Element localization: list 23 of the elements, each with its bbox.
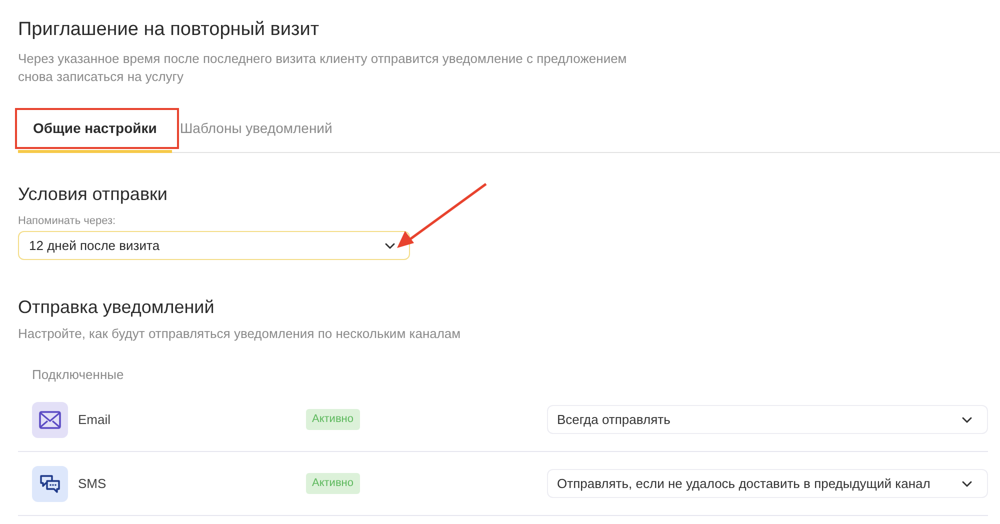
dropdown-value: Всегда отправлять bbox=[557, 410, 670, 429]
status-badge: Активно bbox=[306, 473, 360, 494]
field-label: Напоминать через: bbox=[18, 214, 117, 228]
page-title: Приглашение на повторный визит bbox=[18, 18, 320, 42]
dropdown-value: Отправлять, если не удалось доставить в предыдущий канал bbox=[557, 474, 930, 493]
dropdown[interactable]: 12 дней после визита bbox=[18, 231, 410, 260]
section-title: Условия отправки bbox=[18, 183, 168, 206]
channel-name: Email bbox=[78, 410, 112, 429]
dropdown[interactable]: Отправлять, если не удалось доставить в предыдущий канал bbox=[547, 469, 988, 498]
chevron-down-icon bbox=[962, 480, 972, 486]
tab[interactable]: Общие настройки bbox=[18, 110, 172, 153]
page-description: Через указанное время после последнего визита клиенту отправится уведомление с предложением снова записаться на услугу bbox=[18, 50, 628, 86]
envelope-icon bbox=[39, 410, 61, 428]
chevron-down-icon bbox=[962, 416, 972, 422]
section-description: Настройте, как будут отправляться уведомления по нескольким каналам bbox=[18, 325, 462, 343]
dropdown[interactable]: Всегда отправлять bbox=[547, 405, 988, 434]
channel-name: SMS bbox=[78, 474, 108, 493]
section-title: Отправка уведомлений bbox=[18, 296, 216, 319]
dropdown-value: 12 дней после визита bbox=[29, 236, 160, 255]
chat-bubbles-icon bbox=[39, 472, 61, 494]
group-label: Подключенные bbox=[32, 367, 125, 383]
status-badge: Активно bbox=[306, 409, 360, 430]
chevron-down-icon bbox=[385, 242, 395, 248]
